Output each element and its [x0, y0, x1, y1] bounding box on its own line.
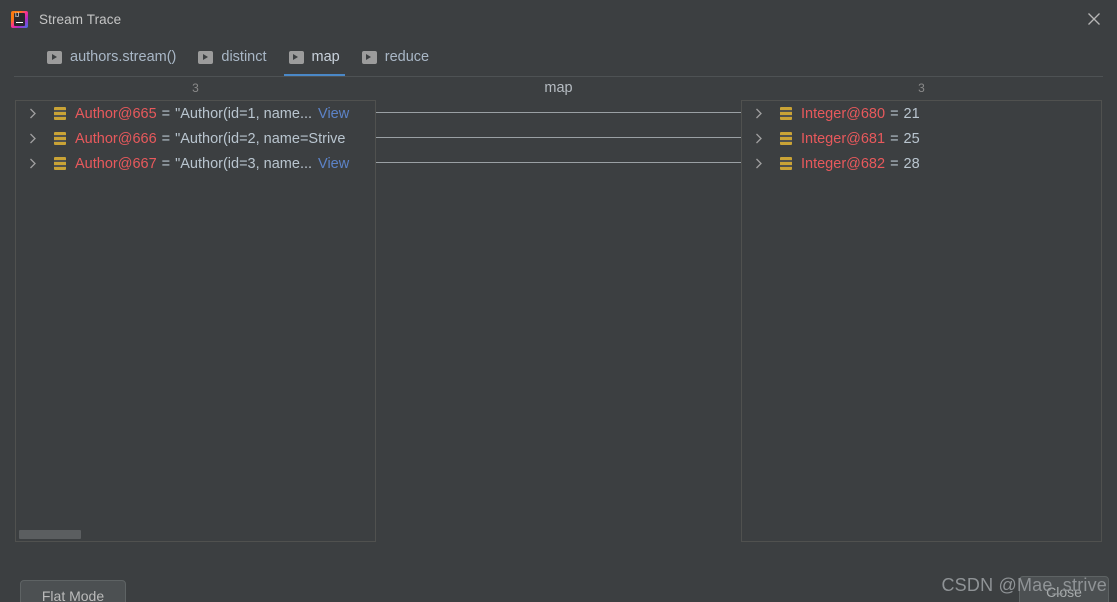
variable-value: 25 — [903, 130, 920, 147]
value-list-icon — [780, 157, 792, 170]
tab-label: authors.stream() — [70, 49, 177, 65]
after-values-panel[interactable]: Integer@680 = 21 Integer@681 = 25 Intege… — [741, 100, 1102, 542]
chevron-right-icon[interactable] — [755, 133, 771, 144]
connector-line — [376, 162, 741, 163]
table-row[interactable]: Author@665 = "Author(id=1, name... View — [16, 101, 375, 126]
right-panel-count: 3 — [918, 81, 925, 95]
equals-sign: = — [890, 130, 899, 147]
window-title: Stream Trace — [39, 11, 122, 27]
view-link[interactable]: View — [318, 156, 349, 172]
stream-operation-tabs: authors.stream() distinct map reduce — [0, 38, 1117, 76]
equals-sign: = — [161, 105, 171, 122]
connector-line — [376, 112, 741, 113]
variable-value: 21 — [903, 105, 920, 122]
equals-sign: = — [161, 155, 171, 172]
tab-label: map — [311, 49, 340, 65]
horizontal-scrollbar[interactable] — [17, 529, 374, 540]
operation-name-label: map — [544, 80, 573, 96]
variable-name: Author@666 — [75, 130, 157, 147]
connector-lines — [376, 100, 741, 210]
tab-map[interactable]: map — [278, 38, 351, 76]
tab-distinct[interactable]: distinct — [187, 38, 277, 76]
chevron-right-icon[interactable] — [755, 158, 771, 169]
trace-content: 3 map 3 Author@665 = "Author(id=1, name.… — [0, 77, 1117, 562]
value-list-icon — [54, 132, 66, 145]
value-list-icon — [780, 132, 792, 145]
chevron-right-icon[interactable] — [29, 158, 45, 169]
tab-reduce[interactable]: reduce — [351, 38, 440, 76]
connector-line — [376, 137, 741, 138]
tab-label: reduce — [384, 49, 430, 65]
value-list-icon — [780, 107, 792, 120]
tab-authors-stream[interactable]: authors.stream() — [36, 38, 187, 76]
left-panel-count: 3 — [192, 81, 199, 95]
variable-name: Integer@682 — [801, 155, 886, 172]
stream-operation-icon — [198, 50, 214, 64]
before-values-panel[interactable]: Author@665 = "Author(id=1, name... View … — [15, 100, 376, 542]
variable-name: Author@667 — [75, 155, 157, 172]
table-row[interactable]: Author@666 = "Author(id=2, name=Strive — [16, 126, 375, 151]
chevron-right-icon[interactable] — [29, 133, 45, 144]
close-window-button[interactable] — [1071, 0, 1117, 38]
variable-name: Author@665 — [75, 105, 157, 122]
variable-value: "Author(id=1, name... — [175, 105, 313, 122]
table-row[interactable]: Integer@681 = 25 — [742, 126, 1101, 151]
app-icon-letters: IJ — [15, 12, 19, 19]
close-icon — [1088, 13, 1100, 25]
dialog-footer: Flat Mode Close — [0, 562, 1117, 602]
equals-sign: = — [161, 130, 171, 147]
table-row[interactable]: Author@667 = "Author(id=3, name... View — [16, 151, 375, 176]
horizontal-scrollbar-thumb[interactable] — [19, 530, 81, 539]
variable-name: Integer@680 — [801, 105, 886, 122]
variable-name: Integer@681 — [801, 130, 886, 147]
value-list-icon — [54, 107, 66, 120]
variable-value: "Author(id=2, name=Strive — [175, 130, 346, 147]
value-list-icon — [54, 157, 66, 170]
view-link[interactable]: View — [318, 106, 349, 122]
table-row[interactable]: Integer@680 = 21 — [742, 101, 1101, 126]
intellij-idea-icon: IJ — [11, 10, 28, 28]
stream-operation-icon — [47, 50, 62, 64]
stream-operation-icon — [361, 50, 377, 64]
title-bar: IJ Stream Trace — [0, 0, 1117, 38]
flat-mode-button[interactable]: Flat Mode — [20, 580, 126, 602]
tab-label: distinct — [221, 49, 267, 65]
chevron-right-icon[interactable] — [755, 108, 771, 119]
equals-sign: = — [890, 155, 899, 172]
table-row[interactable]: Integer@682 = 28 — [742, 151, 1101, 176]
app-icon-bar — [15, 21, 23, 23]
close-button[interactable]: Close — [1019, 576, 1109, 602]
chevron-right-icon[interactable] — [29, 108, 45, 119]
variable-value: 28 — [903, 155, 920, 172]
stream-operation-icon — [288, 50, 304, 64]
variable-value: "Author(id=3, name... — [175, 155, 313, 172]
equals-sign: = — [890, 105, 899, 122]
